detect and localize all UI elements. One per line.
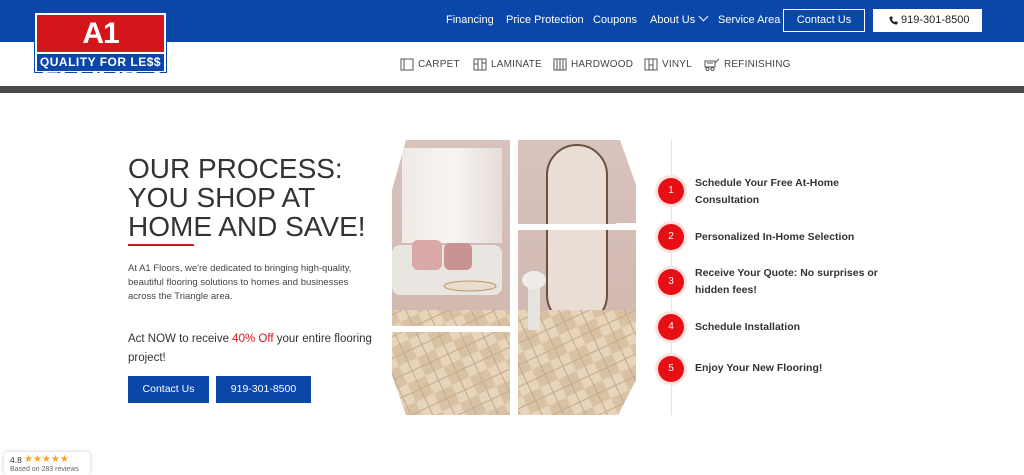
a1-floors-logo[interactable]: A1 FLOORS QUALITY FOR LE$$ [34,12,167,87]
nav-coupons[interactable]: Coupons [593,14,637,26]
step-5-text: Enjoy Your New Flooring! [695,362,823,374]
offer-prefix: Act NOW to receive [128,333,233,345]
step-2-text: Personalized In-Home Selection [695,231,855,243]
hero-phone-button[interactable]: 919-301-8500 [216,376,311,403]
category-hardwood-label: HARDWOOD [571,59,634,70]
step-5-number: 5 [658,356,684,382]
nav-service-area[interactable]: Service Area [718,14,780,26]
hero-contact-button[interactable]: Contact Us [128,376,209,403]
title-underline [128,244,194,246]
hero-title-line-3: HOME AND SAVE! [128,211,366,242]
nav-financing[interactable]: Financing [446,14,494,26]
step-4-text: Schedule Installation [695,321,801,333]
chevron-down-icon [698,11,709,22]
nav-price-protection[interactable]: Price Protection [506,14,584,26]
vinyl-icon [644,58,658,71]
category-vinyl[interactable]: VINYL [644,58,692,71]
step-4-number: 4 [658,314,684,340]
category-hardwood[interactable]: HARDWOOD [553,58,633,71]
laminate-icon [473,58,487,71]
living-room-photo-collage [392,140,636,417]
header-phone-button[interactable]: 919-301-8500 [873,9,982,32]
category-refinishing-label: REFINISHING [724,59,791,70]
carpet-icon [400,58,414,71]
nav-about-us-label: About Us [650,14,696,26]
header-contact-button[interactable]: Contact Us [783,9,865,32]
category-vinyl-label: VINYL [662,59,692,70]
category-laminate[interactable]: LAMINATE [473,58,542,71]
step-3-text: Receive Your Quote: No surprises or hidd… [695,267,878,296]
category-carpet[interactable]: CARPET [400,58,460,71]
header-phone-label: 919-301-8500 [901,14,970,26]
nav-about-us[interactable]: About Us [650,11,709,26]
logo-tagline: QUALITY FOR LE$$ [37,54,164,71]
hero-title-line-2: YOU SHOP AT [128,182,316,213]
hero-title: OUR PROCESS: YOU SHOP AT HOME AND SAVE! [128,154,388,241]
offer-highlight: 40% Off [232,333,274,345]
phone-icon [889,16,898,25]
review-rating-badge[interactable]: 4.8 ★★★★★ Based on 283 reviews [4,452,90,475]
category-refinishing[interactable]: REFINISHING [704,58,791,71]
step-1-number: 1 [658,178,684,204]
rating-score: 4.8 [10,455,22,465]
hero-description: At A1 Floors, we're dedicated to bringin… [128,263,352,302]
step-1-text: Schedule Your Free At-Home Consultation [695,177,839,206]
refinishing-icon [704,58,720,71]
hero-title-line-1: OUR PROCESS: [128,153,343,184]
hero-offer: Act NOW to receive 40% Off your entire f… [128,330,378,368]
star-icon: ★★★★★ [24,454,69,465]
step-3-number: 3 [658,269,684,295]
category-laminate-label: LAMINATE [491,59,542,70]
rating-subtitle: Based on 283 reviews [10,466,79,473]
living-room-image [392,140,636,417]
category-carpet-label: CARPET [418,59,460,70]
step-2-number: 2 [658,224,684,250]
logo-wordmark: A1 FLOORS [37,15,164,87]
hardwood-icon [553,58,567,71]
